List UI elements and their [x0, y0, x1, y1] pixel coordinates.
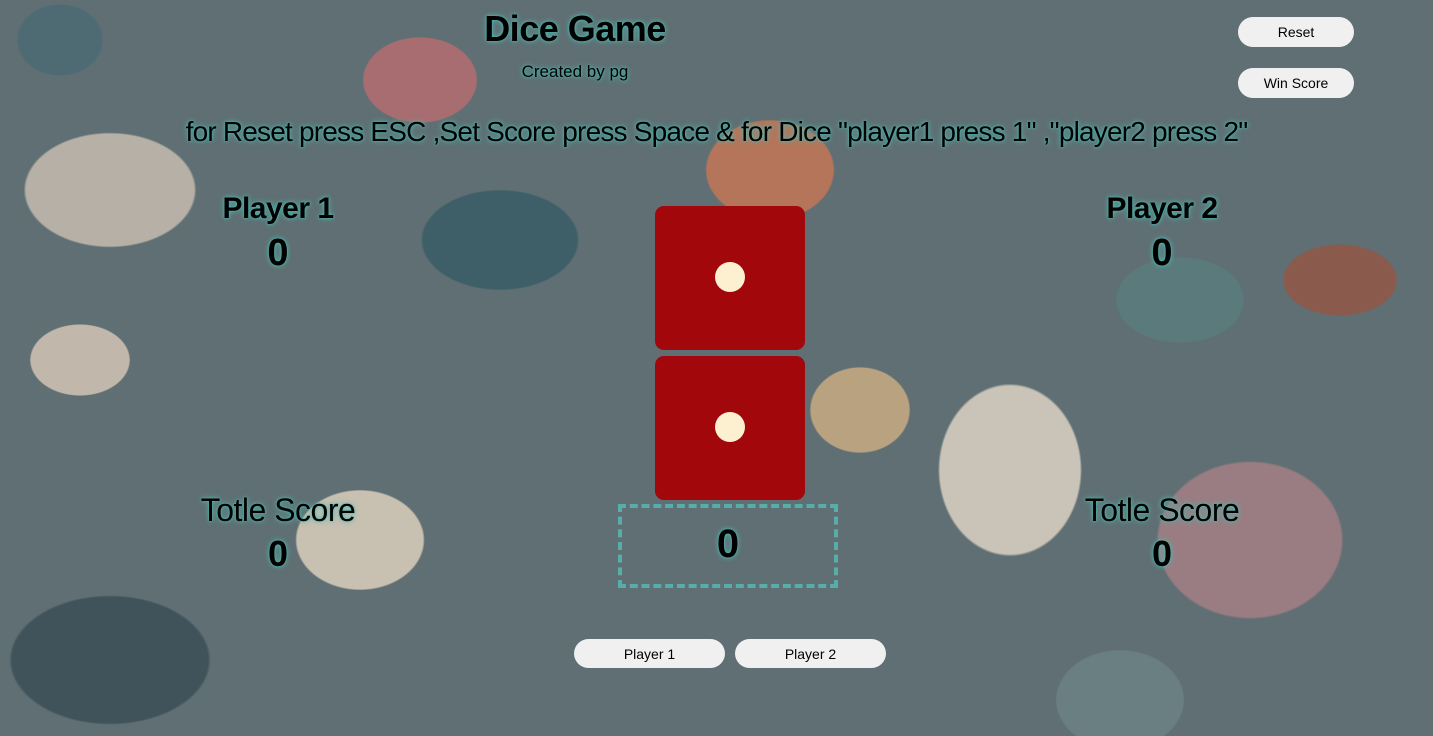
die-1	[655, 206, 805, 350]
die-1-pip	[715, 262, 745, 292]
player1-total-panel: Totle Score 0	[128, 492, 428, 575]
game-title: Dice Game	[484, 8, 666, 49]
reset-button[interactable]: Reset	[1238, 17, 1354, 47]
player1-total-label: Totle Score	[200, 492, 356, 528]
game-subtitle: Created by pg	[521, 62, 629, 81]
die-2-pip	[715, 412, 745, 442]
player1-panel: Player 1 0	[128, 192, 428, 275]
player1-roll-button[interactable]: Player 1	[574, 639, 725, 668]
round-score-value: 0	[716, 522, 740, 566]
player2-total-panel: Totle Score 0	[1012, 492, 1312, 575]
player2-total-score: 0	[1151, 533, 1173, 574]
round-score-box: 0	[618, 504, 838, 588]
player1-score: 0	[267, 232, 289, 274]
win-score-button[interactable]: Win Score	[1238, 68, 1354, 98]
player1-name: Player 1	[222, 192, 334, 225]
die-2	[655, 356, 805, 500]
player2-name: Player 2	[1106, 192, 1218, 225]
player2-roll-button[interactable]: Player 2	[735, 639, 886, 668]
player1-total-score: 0	[267, 533, 289, 574]
keyboard-instructions: for Reset press ESC ,Set Score press Spa…	[185, 116, 1249, 147]
player2-total-label: Totle Score	[1084, 492, 1240, 528]
player2-score: 0	[1151, 232, 1173, 274]
player2-panel: Player 2 0	[1012, 192, 1312, 275]
